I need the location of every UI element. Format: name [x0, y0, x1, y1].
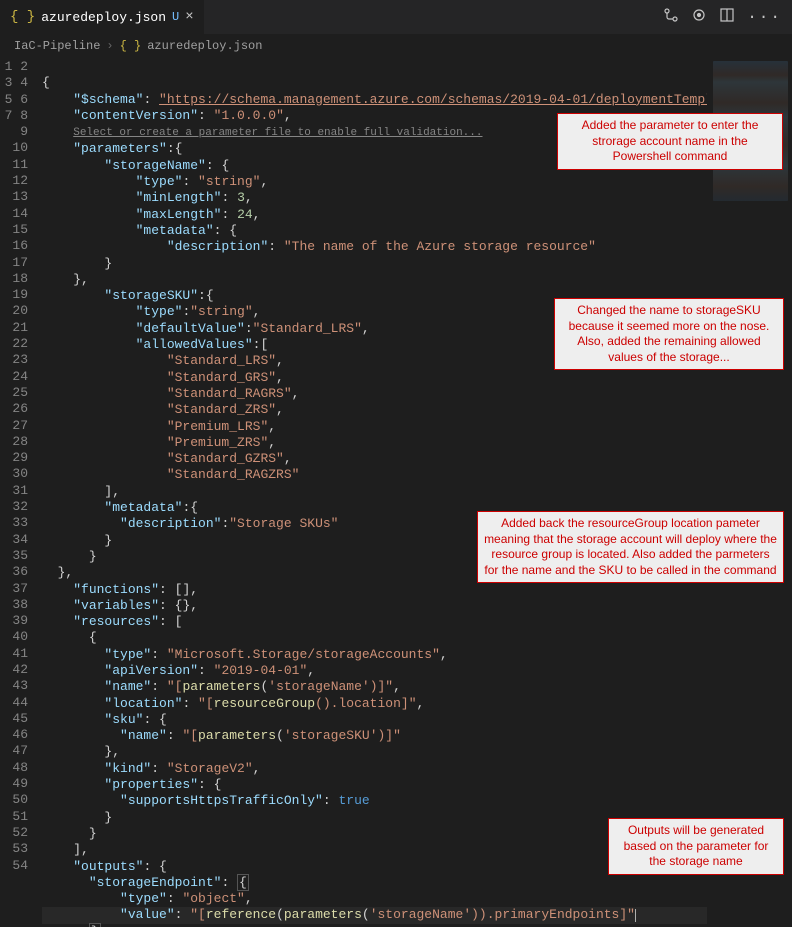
- tab-filename: azuredeploy.json: [41, 10, 166, 25]
- code-area[interactable]: { "$schema": "https://schema.management.…: [42, 57, 707, 927]
- line-number-gutter: 1 2 3 4 5 6 7 8 9 10 11 12 13 14 15 16 1…: [0, 57, 42, 927]
- split-editor-icon[interactable]: [719, 7, 735, 27]
- annotation-outputs: Outputs will be generated based on the p…: [608, 818, 784, 875]
- annotation-resourcegroup: Added back the resourceGroup location pa…: [477, 511, 784, 583]
- more-actions-icon[interactable]: ···: [747, 8, 782, 26]
- chevron-right-icon: ›: [106, 39, 113, 53]
- tab-azuredeploy[interactable]: { } azuredeploy.json U ×: [0, 0, 205, 34]
- breadcrumb-file[interactable]: azuredeploy.json: [147, 39, 262, 53]
- tab-bar: { } azuredeploy.json U × ···: [0, 0, 792, 35]
- minimap[interactable]: [707, 57, 792, 927]
- breadcrumb-folder[interactable]: IaC-Pipeline: [14, 39, 100, 53]
- close-icon[interactable]: ×: [185, 9, 193, 25]
- editor[interactable]: 1 2 3 4 5 6 7 8 9 10 11 12 13 14 15 16 1…: [0, 57, 792, 927]
- tab-actions: ···: [653, 0, 792, 34]
- preview-icon[interactable]: [691, 7, 707, 27]
- json-file-icon: { }: [10, 9, 35, 25]
- annotation-parameters: Added the parameter to enter the strorag…: [557, 113, 783, 170]
- tab-modified-badge: U: [172, 10, 179, 24]
- codelens-parameter-file[interactable]: Select or create a parameter file to ena…: [73, 127, 482, 139]
- annotation-storagesku: Changed the name to storageSKU because i…: [554, 298, 784, 370]
- compare-changes-icon[interactable]: [663, 7, 679, 27]
- json-file-icon: { }: [120, 39, 142, 53]
- breadcrumb[interactable]: IaC-Pipeline › { } azuredeploy.json: [0, 35, 792, 57]
